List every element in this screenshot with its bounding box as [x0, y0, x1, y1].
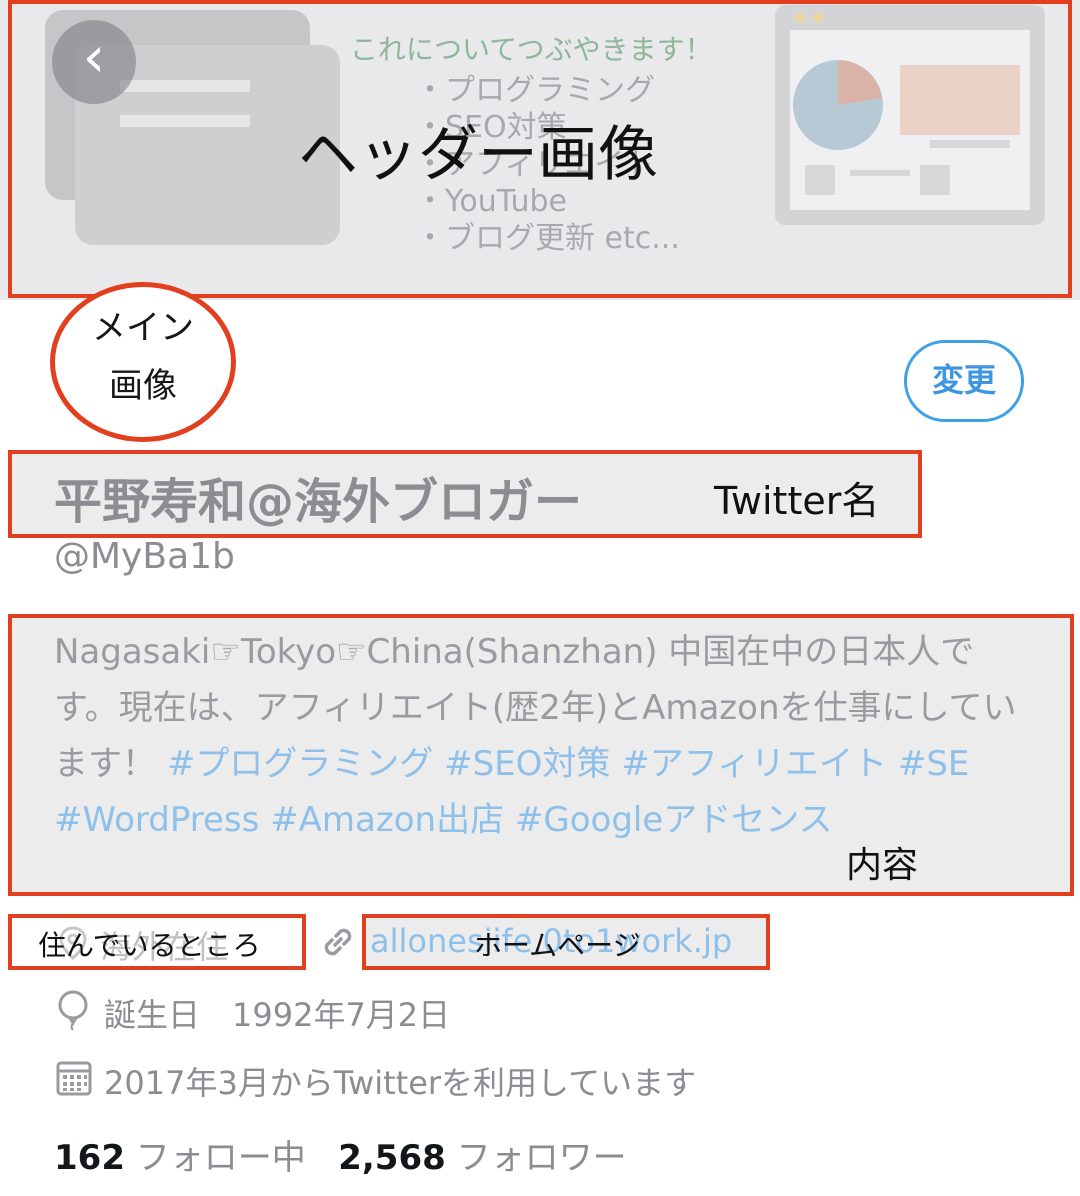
- following-count: 162: [54, 1138, 125, 1178]
- name-annotation-label: Twitter名: [714, 479, 880, 523]
- profile-bio: Nagasaki☞Tokyo☞China(Shanzhan) 中国在中の日本人で…: [54, 624, 1034, 848]
- avatar[interactable]: メイン 画像: [50, 282, 236, 442]
- header-annotation-label: ヘッダー画像: [298, 120, 658, 190]
- avatar-annotation-line2: 画像: [109, 366, 177, 406]
- following-link[interactable]: 162 フォロー中: [54, 1138, 306, 1178]
- avatar-annotation-line1: メイン: [92, 308, 194, 348]
- bio-hashtags[interactable]: #プログラミング #SEO対策 #アフィリエイト #SE #WordPress …: [54, 744, 969, 840]
- edit-profile-button[interactable]: 変更: [904, 340, 1024, 422]
- location-annotation-label: 住んでいるところ: [38, 929, 261, 962]
- balloon-icon: [58, 990, 88, 1030]
- followers-label: フォロワー: [456, 1138, 627, 1178]
- bio-annotation-label: 内容: [846, 845, 919, 886]
- followers-link[interactable]: 2,568 フォロワー: [338, 1138, 626, 1178]
- link-icon: [324, 928, 352, 956]
- followers-count: 2,568: [338, 1138, 446, 1178]
- calendar-icon: [56, 1061, 92, 1096]
- following-label: フォロー中: [135, 1138, 306, 1178]
- profile-birthday: 誕生日 1992年7月2日: [104, 996, 451, 1034]
- profile-handle: @MyBa1b: [54, 536, 235, 577]
- profile-joined: 2017年3月からTwitterを利用しています: [104, 1064, 697, 1102]
- follow-stats: 162 フォロー中 2,568 フォロワー: [54, 1130, 627, 1179]
- profile-name: 平野寿和@海外ブロガー: [54, 474, 583, 530]
- website-annotation-label: ホームページ: [474, 929, 641, 962]
